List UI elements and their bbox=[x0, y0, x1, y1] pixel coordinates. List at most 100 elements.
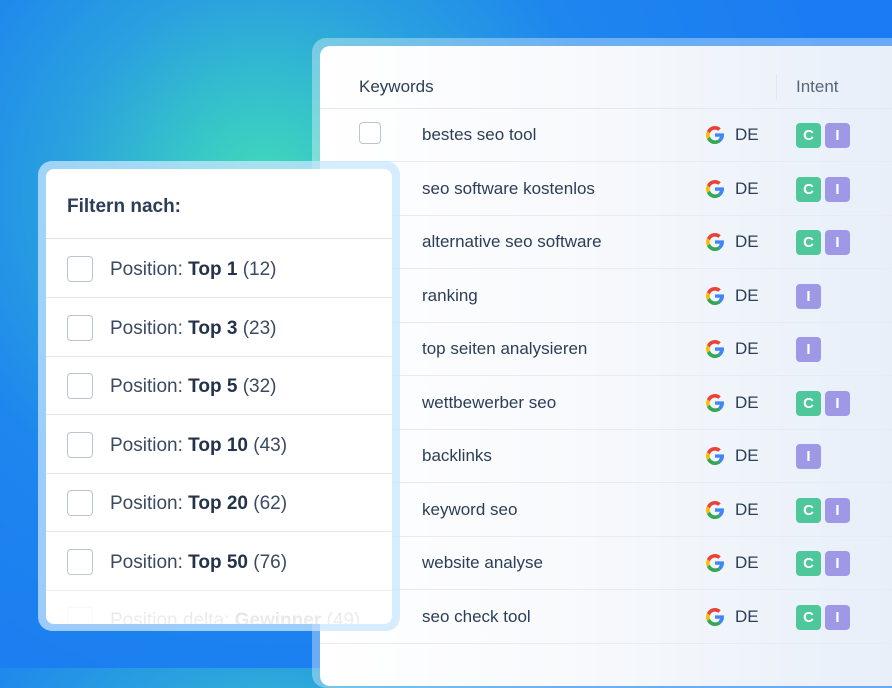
filter-option[interactable]: Position: Top 20 (62) bbox=[46, 473, 392, 532]
filter-option[interactable]: Position: Top 1 (12) bbox=[46, 239, 392, 298]
intent-commercial-badge: C bbox=[796, 551, 821, 576]
table-row[interactable]: backlinks DE I bbox=[320, 429, 892, 483]
filter-option-value: Top 3 bbox=[188, 317, 238, 339]
table-row[interactable]: seo software kostenlos DE C I bbox=[320, 162, 892, 216]
table-row[interactable]: bestes seo tool DE C I bbox=[320, 108, 892, 162]
country-code: DE bbox=[735, 606, 759, 626]
filter-option-count: (43) bbox=[247, 434, 288, 456]
intent-informational-badge: I bbox=[825, 123, 850, 148]
google-icon bbox=[706, 126, 724, 144]
country-code: DE bbox=[735, 446, 759, 465]
google-icon bbox=[706, 554, 724, 572]
filter-option-count: (23) bbox=[237, 317, 277, 339]
keyword-cell[interactable]: ranking bbox=[422, 286, 478, 306]
filter-option-value: Top 10 bbox=[188, 434, 248, 456]
table-row[interactable]: wettbewerber seo DE C I bbox=[320, 376, 892, 430]
intent-informational-badge: I bbox=[825, 390, 850, 416]
row-checkbox[interactable] bbox=[359, 122, 381, 144]
keyword-cell[interactable]: wettbewerber seo bbox=[422, 393, 556, 413]
filter-option[interactable]: Position: Top 3 (23) bbox=[46, 298, 392, 357]
column-header-keywords[interactable]: Keywords bbox=[359, 77, 434, 97]
table-row[interactable]: alternative seo software DE C I bbox=[320, 215, 892, 269]
keyword-cell[interactable]: seo check tool bbox=[422, 607, 531, 627]
table-row[interactable]: seo check tool DE C I bbox=[320, 590, 892, 644]
intent-commercial-badge: C bbox=[796, 123, 821, 148]
column-divider bbox=[776, 74, 777, 100]
intent-badges: I bbox=[796, 337, 821, 362]
keyword-cell[interactable]: bestes seo tool bbox=[422, 125, 536, 145]
filter-panel: Filtern nach: Position: Top 1 (12) Positi… bbox=[46, 169, 392, 624]
google-icon bbox=[706, 286, 724, 305]
filter-option[interactable]: Position: Top 5 (32) bbox=[46, 356, 392, 415]
intent-badges: CI bbox=[796, 390, 850, 416]
filter-option-value: Top 1 bbox=[188, 259, 238, 280]
filter-checkbox[interactable] bbox=[67, 373, 93, 399]
intent-informational-badge: I bbox=[825, 176, 850, 202]
intent-informational-badge: I bbox=[825, 230, 850, 255]
country-code: DE bbox=[735, 125, 759, 144]
google-icon bbox=[706, 607, 724, 626]
filter-option-label[interactable]: Position: Top 10 (43) bbox=[110, 435, 287, 457]
intent-informational-badge: I bbox=[825, 497, 850, 523]
intent-informational-badge: I bbox=[796, 444, 821, 469]
intent-informational-badge: I bbox=[825, 604, 850, 630]
intent-commercial-badge: C bbox=[796, 604, 821, 630]
intent-informational-badge: I bbox=[796, 337, 821, 362]
filter-option-label[interactable]: Position: Top 5 (32) bbox=[110, 376, 277, 398]
google-icon bbox=[706, 393, 724, 412]
filter-option-label[interactable]: Position: Top 1 (12) bbox=[110, 259, 277, 281]
intent-commercial-badge: C bbox=[796, 230, 821, 255]
intent-badges: CI bbox=[796, 123, 850, 148]
keyword-cell[interactable]: seo software kostenlos bbox=[422, 179, 595, 199]
keyword-cell[interactable]: alternative seo software bbox=[422, 232, 602, 252]
intent-badges: CI bbox=[796, 230, 850, 255]
filter-option-count: (32) bbox=[237, 376, 277, 397]
filter-title: Filtern nach: bbox=[67, 196, 182, 217]
keyword-cell[interactable]: website analyse bbox=[422, 553, 543, 573]
intent-badges: I bbox=[796, 283, 821, 309]
keyword-cell[interactable]: keyword seo bbox=[422, 500, 517, 520]
filter-checkbox[interactable] bbox=[67, 314, 93, 341]
filter-option-prefix: Position: bbox=[110, 493, 189, 514]
google-icon bbox=[706, 179, 724, 198]
column-header-intent[interactable]: Intent bbox=[796, 77, 839, 97]
intent-badges: CI bbox=[796, 604, 850, 630]
country-code: DE bbox=[735, 285, 759, 305]
filter-option-prefix: Position: bbox=[110, 259, 189, 280]
keyword-cell[interactable]: top seiten analysieren bbox=[422, 339, 587, 359]
filter-option-value: Top 20 bbox=[188, 493, 248, 514]
keyword-cell[interactable]: backlinks bbox=[422, 446, 492, 466]
google-icon bbox=[706, 233, 724, 251]
filter-checkbox[interactable] bbox=[67, 490, 93, 516]
google-icon bbox=[706, 340, 724, 358]
filter-option-value: Top 5 bbox=[188, 376, 238, 397]
filter-option-prefix: Position: bbox=[110, 376, 189, 397]
table-row[interactable]: website analyse DE C I bbox=[320, 536, 892, 590]
table-header: Keywords Intent bbox=[320, 46, 892, 109]
intent-commercial-badge: C bbox=[796, 390, 821, 416]
filter-option-label[interactable]: Position: Top 20 (62) bbox=[110, 493, 287, 515]
table-row[interactable]: keyword seo DE C I bbox=[320, 483, 892, 537]
filter-option-prefix: Position: bbox=[110, 317, 189, 339]
intent-badges: CI bbox=[796, 551, 850, 576]
filter-checkbox[interactable] bbox=[67, 431, 93, 458]
intent-badges: CI bbox=[796, 176, 850, 202]
filter-option[interactable]: Position: Top 10 (43) bbox=[46, 415, 392, 474]
intent-commercial-badge: C bbox=[796, 176, 821, 202]
intent-informational-badge: I bbox=[796, 283, 821, 309]
intent-badges: CI bbox=[796, 497, 850, 523]
country-code: DE bbox=[735, 553, 759, 572]
table-row[interactable]: ranking DE I bbox=[320, 269, 892, 323]
filter-option-count: (12) bbox=[237, 259, 277, 280]
country-code: DE bbox=[735, 339, 759, 358]
country-code: DE bbox=[735, 392, 759, 412]
intent-commercial-badge: C bbox=[796, 497, 821, 523]
google-icon bbox=[706, 447, 724, 465]
table-row[interactable]: top seiten analysieren DE I bbox=[320, 322, 892, 376]
country-code: DE bbox=[735, 178, 759, 198]
intent-informational-badge: I bbox=[825, 551, 850, 576]
country-code: DE bbox=[735, 232, 759, 251]
filter-option-prefix: Position: bbox=[110, 434, 189, 456]
filter-option-label[interactable]: Position: Top 3 (23) bbox=[110, 318, 277, 340]
filter-checkbox[interactable] bbox=[67, 256, 93, 282]
